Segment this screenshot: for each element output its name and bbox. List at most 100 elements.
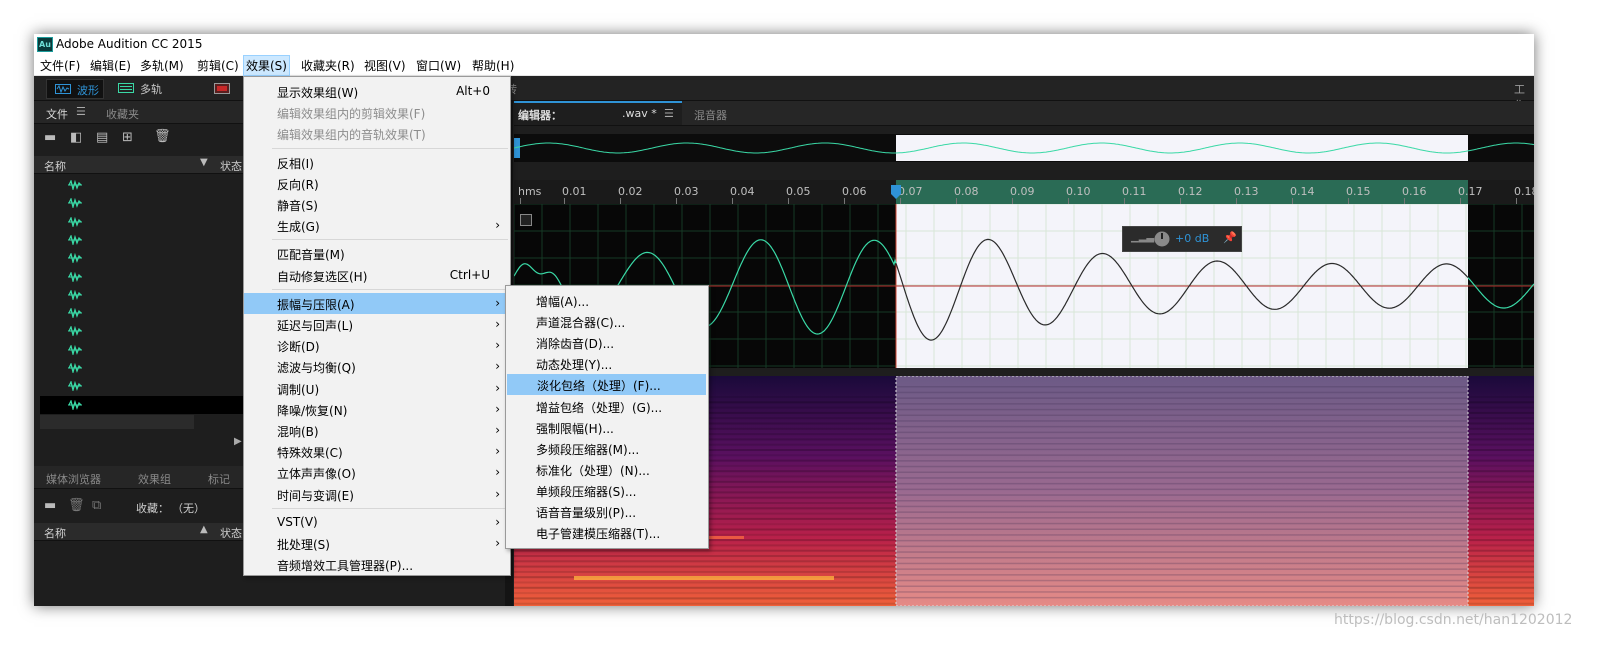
tab-favorites[interactable]: 收藏夹 xyxy=(106,106,139,122)
tab-effects-rack[interactable]: 效果组 xyxy=(138,471,171,487)
sort-up-icon[interactable]: ▲ xyxy=(200,524,208,535)
file-row[interactable] xyxy=(40,322,250,340)
column-status[interactable]: 状态 xyxy=(220,525,242,541)
toggle-icon[interactable] xyxy=(520,214,532,226)
amplitude-submenu-item[interactable]: 动态处理(Y)... xyxy=(506,353,708,374)
amplitude-submenu-item[interactable]: 多频段压缩器(M)... xyxy=(506,438,708,459)
overview-waveform[interactable] xyxy=(514,134,1534,162)
panel-menu-icon[interactable]: ☰ xyxy=(664,107,674,120)
spectrogram-band xyxy=(896,522,1468,525)
effects-menu-item[interactable]: 时间与变调(E) › xyxy=(244,484,510,505)
amplitude-submenu-item[interactable]: 淡化包络（处理）(F)... xyxy=(507,374,706,396)
effects-menu-item[interactable]: 音频增效工具管理器(P)... xyxy=(244,554,510,575)
menu-view[interactable]: 视图(V) xyxy=(364,57,406,74)
play-preview-icon[interactable]: ▶ xyxy=(234,436,242,447)
hud-gain[interactable]: ▁▂▃ +0 dB 📌 xyxy=(1122,226,1242,252)
effects-menu-item[interactable]: 匹配音量(M) xyxy=(244,243,510,264)
amplitude-submenu-item[interactable]: 强制限幅(H)... xyxy=(506,417,708,438)
file-row[interactable] xyxy=(40,286,250,304)
sort-down-icon[interactable]: ▼ xyxy=(200,157,208,168)
file-row[interactable] xyxy=(40,176,250,194)
effects-menu-item[interactable]: 混响(B) › xyxy=(244,420,510,441)
file-row[interactable] xyxy=(40,213,250,231)
menu-edit[interactable]: 编辑(E) xyxy=(90,57,131,74)
effects-menu-item[interactable]: 反相(I) xyxy=(244,152,510,173)
import-icon[interactable]: ◧ xyxy=(70,130,82,145)
amplitude-submenu-item[interactable]: 标准化（处理）(N)... xyxy=(506,459,708,480)
spectrogram-band xyxy=(896,391,1468,394)
spectrogram-band xyxy=(896,437,1468,439)
spectrogram-band xyxy=(896,539,1468,542)
file-row[interactable] xyxy=(40,341,250,359)
effects-menu-item[interactable]: 生成(G) › xyxy=(244,215,510,236)
effects-menu-item[interactable]: 立体声声像(O) › xyxy=(244,462,510,483)
effects-menu-item[interactable]: 滤波与均衡(Q) › xyxy=(244,356,510,377)
menu-item-label: 编辑效果组内的剪辑效果(F) xyxy=(277,107,426,122)
effects-menu-item[interactable]: 批处理(S) › xyxy=(244,533,510,554)
effects-menu-item[interactable]: 降噪/恢复(N) › xyxy=(244,399,510,420)
playhead-icon[interactable] xyxy=(890,184,902,200)
time-ruler[interactable]: hms 0.01 0.02 0.03 0.04 0.05 0.06 0.07 0.08 0.09 0… xyxy=(514,180,1534,204)
menu-item-label: 时间与变调(E) xyxy=(277,488,354,503)
tab-files[interactable]: 文件 xyxy=(46,106,68,122)
effects-menu-item[interactable]: 延迟与回声(L) › xyxy=(244,314,510,335)
amplitude-submenu-item[interactable]: 电子管建模压缩器(T)... xyxy=(506,522,708,543)
menu-favorites[interactable]: 收藏夹(R) xyxy=(301,57,355,74)
file-row[interactable] xyxy=(40,359,250,377)
insert-icon[interactable]: ⊞ xyxy=(122,130,133,145)
effects-menu-item[interactable]: 自动修复选区(H) Ctrl+U xyxy=(244,265,510,286)
file-row[interactable] xyxy=(40,231,250,249)
menu-separator xyxy=(272,239,508,241)
open-folder-icon[interactable]: ▬ xyxy=(44,498,56,513)
menu-effects[interactable]: 效果(S) xyxy=(243,55,290,76)
files-scrollbar[interactable] xyxy=(40,415,194,429)
effects-menu-item[interactable]: 静音(S) xyxy=(244,194,510,215)
file-row[interactable] xyxy=(40,304,250,322)
delete-icon[interactable]: 🗑 xyxy=(68,498,85,513)
panel-menu-icon[interactable]: ☰ xyxy=(76,105,86,118)
open-folder-icon[interactable]: ▬ xyxy=(44,130,56,145)
file-row[interactable] xyxy=(40,194,250,212)
amplitude-submenu-item[interactable]: 消除齿音(D)... xyxy=(506,332,708,353)
effects-menu-item[interactable]: 振幅与压限(A) › xyxy=(244,292,510,314)
gain-knob-icon[interactable] xyxy=(1153,230,1171,248)
spectrogram-band xyxy=(896,551,1468,553)
file-row[interactable] xyxy=(40,395,250,414)
delete-icon[interactable]: 🗑 xyxy=(154,129,171,144)
pin-icon[interactable]: 📌 xyxy=(1223,231,1237,244)
menu-window[interactable]: 窗口(W) xyxy=(416,57,461,74)
copy-icon[interactable]: ⧉ xyxy=(92,498,101,513)
menu-file[interactable]: 文件(F) xyxy=(40,57,80,74)
tab-markers[interactable]: 标记 xyxy=(208,471,230,487)
file-row[interactable] xyxy=(40,249,250,267)
column-name[interactable]: 名称 xyxy=(44,158,66,174)
ruler-tick-label: 0.06 xyxy=(842,185,867,198)
tab-editor[interactable]: 编辑器： .wav * ☰ xyxy=(514,101,682,125)
amplitude-submenu-item[interactable]: 增益包络（处理）(G)... xyxy=(506,396,708,417)
amplitude-submenu-item[interactable]: 增幅(A)... xyxy=(506,290,708,311)
effects-menu-item[interactable]: 特殊效果(C) › xyxy=(244,441,510,462)
amplitude-submenu-item[interactable]: 声道混合器(C)... xyxy=(506,311,708,332)
menu-clip[interactable]: 剪辑(C) xyxy=(197,57,239,74)
amplitude-submenu-item[interactable]: 单频段压缩器(S)... xyxy=(506,480,708,501)
ruler-tick-label: 0.15 xyxy=(1346,185,1371,198)
record-icon[interactable] xyxy=(214,83,230,94)
new-file-icon[interactable]: ▤ xyxy=(96,130,108,145)
effects-menu-item[interactable]: 反向(R) xyxy=(244,173,510,194)
amplitude-submenu-item[interactable]: 语音音量级别(P)... xyxy=(506,501,708,522)
file-row[interactable] xyxy=(40,268,250,286)
multitrack-view-button[interactable]: 多轨 xyxy=(114,79,170,97)
file-row[interactable] xyxy=(40,377,250,395)
menu-multitrack[interactable]: 多轨(M) xyxy=(140,57,184,74)
effects-menu-item[interactable]: VST(V) › xyxy=(244,512,510,533)
effects-menu-item[interactable]: 调制(U) › xyxy=(244,378,510,399)
menu-help[interactable]: 帮助(H) xyxy=(472,57,514,74)
effects-menu-item[interactable]: 显示效果组(W) Alt+0 xyxy=(244,81,510,102)
favorites-value[interactable]: （无） xyxy=(172,500,205,516)
tab-media-browser[interactable]: 媒体浏览器 xyxy=(46,471,101,487)
column-name[interactable]: 名称 xyxy=(44,525,66,541)
effects-menu-item[interactable]: 诊断(D) › xyxy=(244,335,510,356)
column-status[interactable]: 状态 xyxy=(220,158,242,174)
waveform-view-button[interactable]: 波形 xyxy=(46,79,104,99)
tab-mixer[interactable]: 混音器 xyxy=(694,107,727,123)
